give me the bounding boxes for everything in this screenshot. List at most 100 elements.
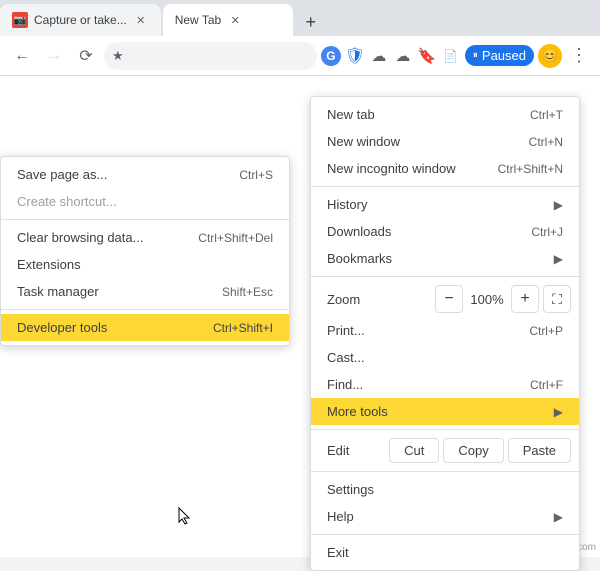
cloud2-extension-icon[interactable]: ☁ <box>393 46 413 66</box>
history-label: History <box>327 197 367 212</box>
new-tab-label: New tab <box>327 107 375 122</box>
more-tools-arrow: ▶ <box>554 405 563 419</box>
new-window-label: New window <box>327 134 400 149</box>
menu-task-manager[interactable]: Task manager Shift+Esc <box>1 278 289 305</box>
menu-bookmarks[interactable]: Bookmarks ▶ <box>311 245 579 272</box>
menu-help[interactable]: Help ▶ <box>311 503 579 530</box>
cast-label: Cast... <box>327 350 365 365</box>
tab-1-favicon: 📷 <box>12 12 28 28</box>
developer-tools-label: Developer tools <box>17 320 107 335</box>
toolbar-icons: G 🛡 ☁ ☁ 🔖 📄 ⏸ Paused 😊 ⋮ <box>321 44 592 68</box>
menu-save-page[interactable]: Save page as... Ctrl+S <box>1 161 289 188</box>
tab-1[interactable]: 📷 Capture or take... ✕ <box>0 4 161 36</box>
tab-bar: 📷 Capture or take... ✕ New Tab ✕ + <box>0 0 600 36</box>
back-button[interactable]: ← <box>8 42 36 70</box>
forward-button[interactable]: → <box>40 42 68 70</box>
paste-button[interactable]: Paste <box>508 438 571 463</box>
cloud-extension-icon[interactable]: ☁ <box>369 46 389 66</box>
history-arrow: ▶ <box>554 198 563 212</box>
menu-incognito[interactable]: New incognito window Ctrl+Shift+N <box>311 155 579 182</box>
clear-browsing-shortcut: Ctrl+Shift+Del <box>198 231 273 245</box>
chrome-menu-button[interactable]: ⋮ <box>566 45 592 66</box>
settings-label: Settings <box>327 482 374 497</box>
downloads-shortcut: Ctrl+J <box>531 225 563 239</box>
more-tools-label: More tools <box>327 404 388 419</box>
zoom-decrease-button[interactable]: − <box>435 285 463 313</box>
right-sep-4 <box>311 471 579 472</box>
browser-frame: 📷 Capture or take... ✕ New Tab ✕ + ← → ⟳… <box>0 0 600 557</box>
tab-2-close[interactable]: ✕ <box>227 12 243 28</box>
clear-browsing-label: Clear browsing data... <box>17 230 143 245</box>
reload-button[interactable]: ⟳ <box>72 42 100 70</box>
save-page-label: Save page as... <box>17 167 107 182</box>
new-tab-shortcut: Ctrl+T <box>530 108 563 122</box>
cut-button[interactable]: Cut <box>389 438 439 463</box>
task-manager-shortcut: Shift+Esc <box>222 285 273 299</box>
menu-exit[interactable]: Exit <box>311 539 579 566</box>
menu-create-shortcut[interactable]: Create shortcut... <box>1 188 289 215</box>
context-menu-left: Save page as... Ctrl+S Create shortcut..… <box>0 156 290 346</box>
find-shortcut: Ctrl+F <box>530 378 563 392</box>
extensions-label: Extensions <box>17 257 81 272</box>
new-window-shortcut: Ctrl+N <box>529 135 563 149</box>
menu-downloads[interactable]: Downloads Ctrl+J <box>311 218 579 245</box>
tab-2-title: New Tab <box>175 13 221 27</box>
help-arrow: ▶ <box>554 510 563 524</box>
exit-label: Exit <box>327 545 349 560</box>
right-sep-1 <box>311 186 579 187</box>
g-extension-icon[interactable]: G <box>321 46 341 66</box>
menu-settings[interactable]: Settings <box>311 476 579 503</box>
menu-history[interactable]: History ▶ <box>311 191 579 218</box>
zoom-value: 100% <box>467 292 507 307</box>
content-area: Save page as... Ctrl+S Create shortcut..… <box>0 76 600 557</box>
mouse-cursor <box>175 506 195 526</box>
menu-find[interactable]: Find... Ctrl+F <box>311 371 579 398</box>
left-sep-2 <box>1 309 289 310</box>
menu-more-tools[interactable]: More tools ▶ <box>311 398 579 425</box>
downloads-label: Downloads <box>327 224 391 239</box>
menu-clear-browsing[interactable]: Clear browsing data... Ctrl+Shift+Del <box>1 224 289 251</box>
menu-extensions[interactable]: Extensions <box>1 251 289 278</box>
menu-print[interactable]: Print... Ctrl+P <box>311 317 579 344</box>
menu-new-window[interactable]: New window Ctrl+N <box>311 128 579 155</box>
print-shortcut: Ctrl+P <box>529 324 563 338</box>
save-page-shortcut: Ctrl+S <box>239 168 273 182</box>
paused-label: Paused <box>482 48 526 63</box>
menu-cast[interactable]: Cast... <box>311 344 579 371</box>
developer-tools-shortcut: Ctrl+Shift+I <box>213 321 273 335</box>
star-icon: ★ <box>112 48 124 64</box>
right-sep-3 <box>311 429 579 430</box>
new-tab-button[interactable]: + <box>297 8 325 36</box>
menu-developer-tools[interactable]: Developer tools Ctrl+Shift+I <box>1 314 289 341</box>
right-sep-5 <box>311 534 579 535</box>
zoom-row: Zoom − 100% + ⛶ <box>311 281 579 317</box>
bookmark-extension-icon[interactable]: 🔖 <box>417 46 437 66</box>
paused-button[interactable]: ⏸ Paused <box>465 45 534 66</box>
left-sep-1 <box>1 219 289 220</box>
bookmarks-label: Bookmarks <box>327 251 392 266</box>
zoom-label: Zoom <box>319 292 435 307</box>
tab-1-title: Capture or take... <box>34 13 127 27</box>
profile-avatar[interactable]: 😊 <box>538 44 562 68</box>
zoom-increase-button[interactable]: + <box>511 285 539 313</box>
tab-2[interactable]: New Tab ✕ <box>163 4 293 36</box>
tab-1-close[interactable]: ✕ <box>133 12 149 28</box>
edit-label: Edit <box>319 443 385 458</box>
address-bar: ← → ⟳ ★ G 🛡 ☁ ☁ 🔖 📄 ⏸ Paused 😊 <box>0 36 600 76</box>
fullscreen-button[interactable]: ⛶ <box>543 285 571 313</box>
copy-button[interactable]: Copy <box>443 438 503 463</box>
menu-new-tab[interactable]: New tab Ctrl+T <box>311 101 579 128</box>
context-menu-right: New tab Ctrl+T New window Ctrl+N New inc… <box>310 96 580 571</box>
address-input-container[interactable]: ★ <box>104 42 317 70</box>
incognito-shortcut: Ctrl+Shift+N <box>498 162 563 176</box>
find-label: Find... <box>327 377 363 392</box>
pdf-extension-icon[interactable]: 📄 <box>441 46 461 66</box>
right-sep-2 <box>311 276 579 277</box>
print-label: Print... <box>327 323 365 338</box>
help-label: Help <box>327 509 354 524</box>
task-manager-label: Task manager <box>17 284 99 299</box>
shield-extension-icon[interactable]: 🛡 <box>345 46 365 66</box>
bookmarks-arrow: ▶ <box>554 252 563 266</box>
edit-row: Edit Cut Copy Paste <box>311 434 579 467</box>
incognito-label: New incognito window <box>327 161 456 176</box>
